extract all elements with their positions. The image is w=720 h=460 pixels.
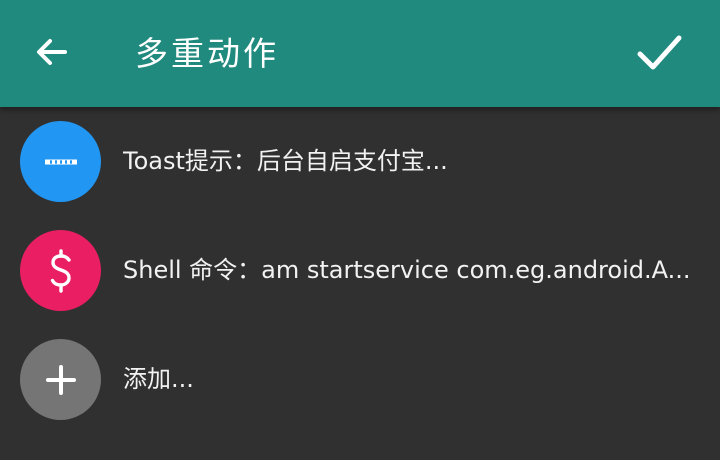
back-button[interactable]	[22, 22, 82, 82]
shell-action-icon	[20, 230, 101, 311]
add-action-item[interactable]: 添加...	[0, 325, 720, 434]
add-action-icon	[20, 339, 101, 420]
add-action-label: 添加...	[123, 365, 194, 393]
plus-icon	[45, 364, 76, 395]
toast-action-icon	[20, 121, 101, 202]
list-item-toast[interactable]: Toast提示：后台自启支付宝...	[0, 107, 720, 216]
action-list: Toast提示：后台自启支付宝... Shell 命令：am startserv…	[0, 107, 720, 434]
list-item-label: Toast提示：后台自启支付宝...	[123, 147, 448, 175]
dots-icon	[44, 159, 77, 164]
app-bar: 多重动作	[0, 0, 720, 107]
confirm-button[interactable]	[626, 20, 692, 86]
page-title: 多重动作	[135, 34, 279, 73]
arrow-left-icon	[37, 39, 67, 65]
check-icon	[637, 35, 682, 70]
dollar-icon	[50, 248, 71, 293]
list-item-shell[interactable]: Shell 命令：am startservice com.eg.android.…	[0, 216, 720, 325]
list-item-label: Shell 命令：am startservice com.eg.android.…	[123, 256, 691, 284]
